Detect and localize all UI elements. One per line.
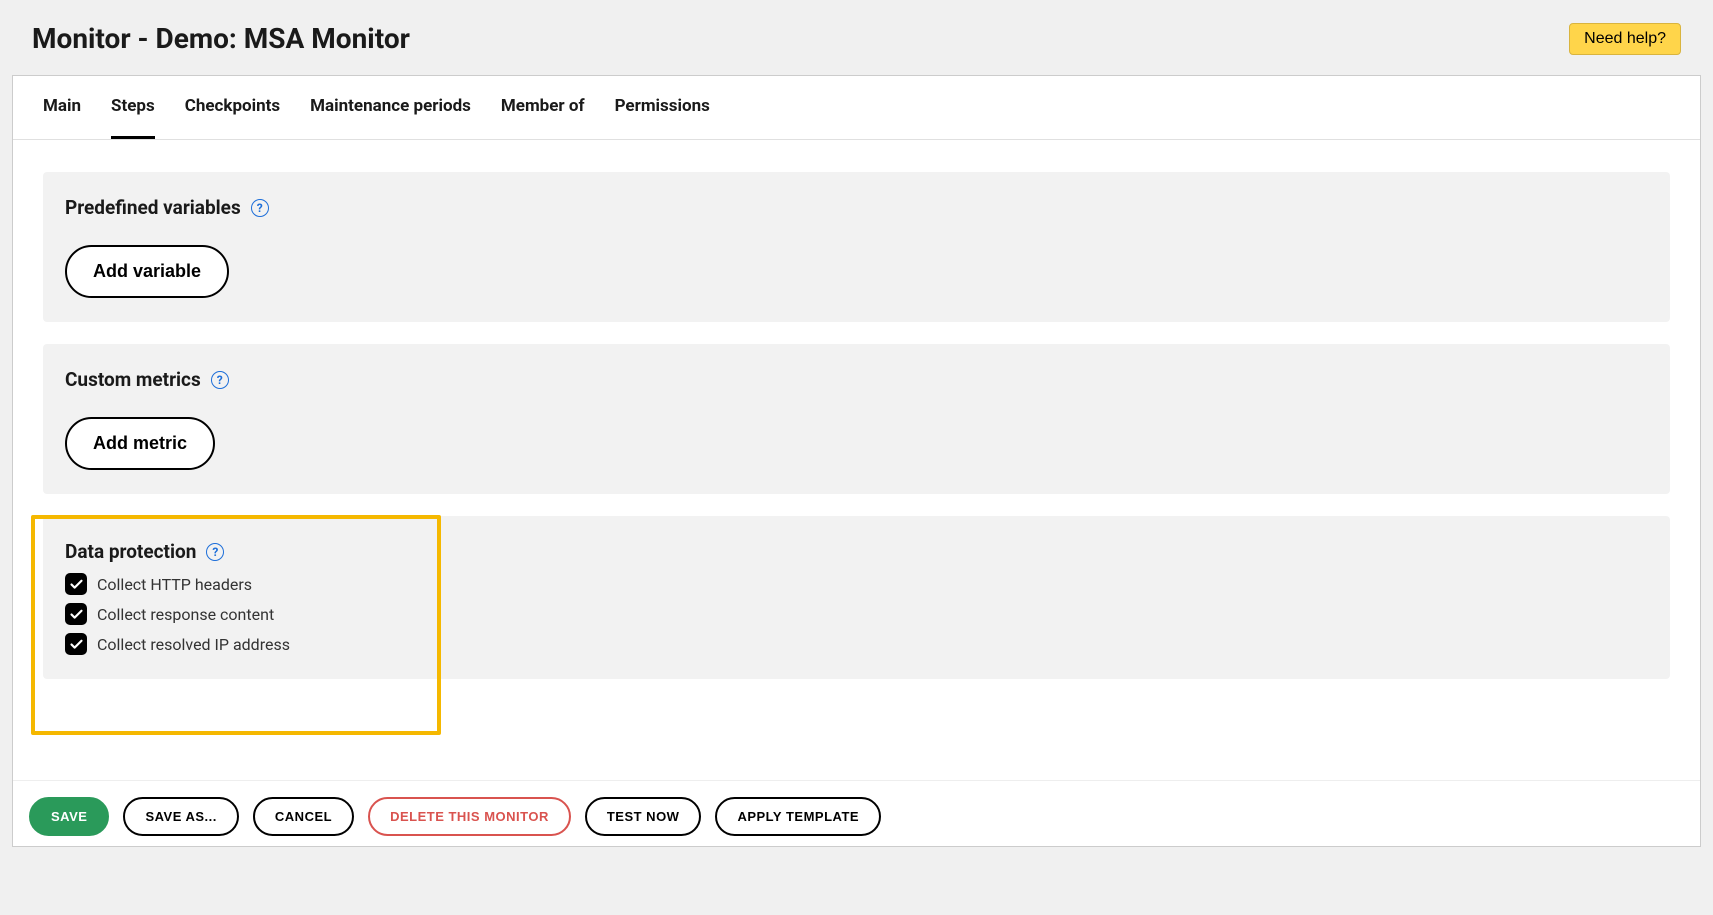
checkbox-collect-http-headers[interactable] xyxy=(65,573,87,595)
apply-template-button[interactable]: Apply template xyxy=(715,797,881,836)
tab-bar: Main Steps Checkpoints Maintenance perio… xyxy=(13,76,1700,140)
section-title: Custom metrics xyxy=(65,368,201,391)
checkbox-label: Collect response content xyxy=(97,605,274,624)
check-icon xyxy=(69,577,84,592)
content-scroll-area[interactable]: Predefined variables ? Add variable Cust… xyxy=(13,140,1700,780)
save-button[interactable]: Save xyxy=(29,797,109,836)
delete-monitor-button[interactable]: Delete this monitor xyxy=(368,797,571,836)
help-icon[interactable]: ? xyxy=(251,199,269,217)
save-as-button[interactable]: Save as... xyxy=(123,797,238,836)
tab-checkpoints[interactable]: Checkpoints xyxy=(185,76,280,139)
checkbox-row-collect-http-headers: Collect HTTP headers xyxy=(65,573,1648,595)
custom-metrics-section: Custom metrics ? Add metric xyxy=(43,344,1670,494)
help-icon[interactable]: ? xyxy=(211,371,229,389)
check-icon xyxy=(69,637,84,652)
checkbox-collect-response-content[interactable] xyxy=(65,603,87,625)
tab-permissions[interactable]: Permissions xyxy=(615,76,710,139)
add-variable-button[interactable]: Add variable xyxy=(65,245,229,298)
cancel-button[interactable]: Cancel xyxy=(253,797,354,836)
checkbox-collect-resolved-ip[interactable] xyxy=(65,633,87,655)
checkbox-row-collect-response-content: Collect response content xyxy=(65,603,1648,625)
page-title: Monitor - Demo: MSA Monitor xyxy=(32,22,410,55)
section-title: Predefined variables xyxy=(65,196,241,219)
predefined-variables-section: Predefined variables ? Add variable xyxy=(43,172,1670,322)
test-now-button[interactable]: Test now xyxy=(585,797,702,836)
tab-main[interactable]: Main xyxy=(43,76,81,139)
checkbox-row-collect-resolved-ip: Collect resolved IP address xyxy=(65,633,1648,655)
tab-maintenance-periods[interactable]: Maintenance periods xyxy=(310,76,471,139)
section-title: Data protection xyxy=(65,540,196,563)
check-icon xyxy=(69,607,84,622)
add-metric-button[interactable]: Add metric xyxy=(65,417,215,470)
checkbox-label: Collect HTTP headers xyxy=(97,575,252,594)
need-help-button[interactable]: Need help? xyxy=(1569,23,1681,55)
help-icon[interactable]: ? xyxy=(206,543,224,561)
tab-member-of[interactable]: Member of xyxy=(501,76,585,139)
footer-actions: Save Save as... Cancel Delete this monit… xyxy=(13,780,1700,846)
checkbox-label: Collect resolved IP address xyxy=(97,635,290,654)
main-panel: Main Steps Checkpoints Maintenance perio… xyxy=(12,75,1701,847)
tab-steps[interactable]: Steps xyxy=(111,76,155,139)
data-protection-section: Data protection ? Collect HTTP headers C… xyxy=(43,516,1670,679)
